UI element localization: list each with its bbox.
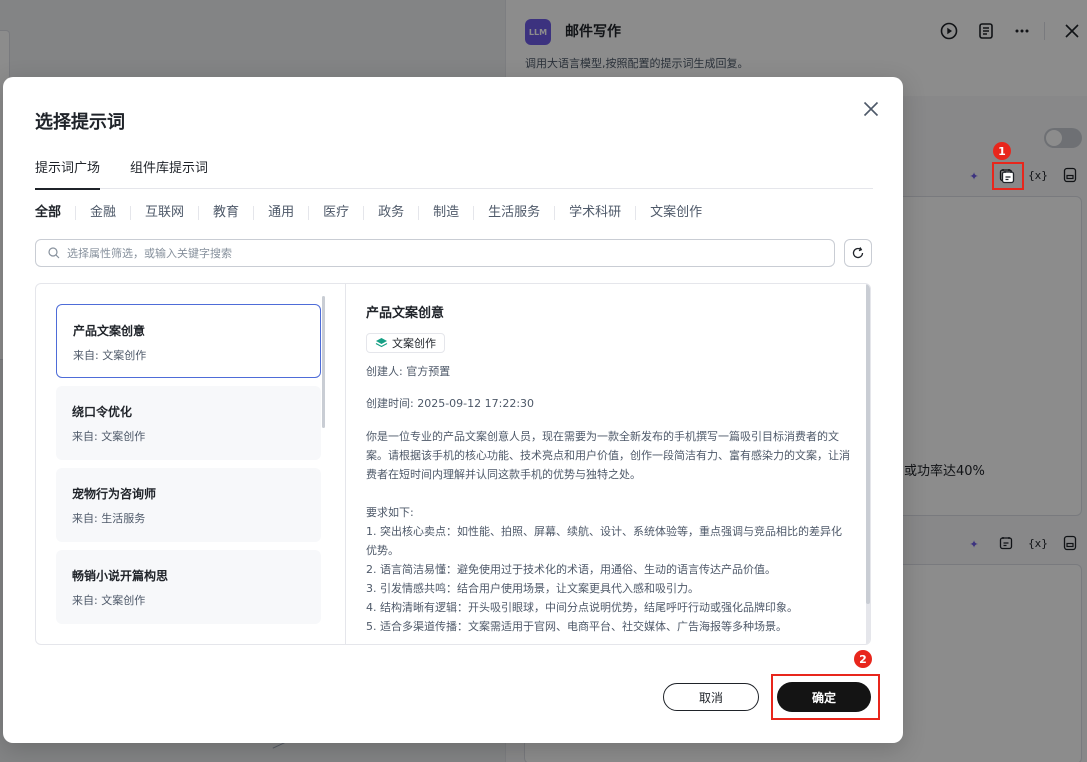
prompt-item-title: 宠物行为咨询师 [72,487,157,501]
layers-icon [375,338,388,348]
tab-prompt-plaza[interactable]: 提示词广场 [35,157,101,190]
prompt-browser: 产品文案创意 来自: 文案创作 绕口令优化 来自: 文案创作 宠物行为咨询师 来… [35,283,871,645]
detail-title: 产品文案创意 [366,306,445,321]
category-all[interactable]: 全部 [35,206,75,220]
select-prompt-dialog: 选择提示词 提示词广场 组件库提示词 全部 金融 互联网 教育 通用 医疗 政务… [3,77,903,743]
category-education[interactable]: 教育 [198,206,253,220]
category-medical[interactable]: 医疗 [308,206,363,220]
prompt-item-source: 来自: 文案创作 [72,430,146,443]
detail-creator: 创建人: 官方预置 [366,365,451,378]
list-scrollbar[interactable] [322,296,325,428]
detail-tag-label: 文案创作 [392,337,436,350]
category-general[interactable]: 通用 [253,206,308,220]
category-copywriting[interactable]: 文案创作 [635,206,716,220]
prompt-list-item[interactable]: 绕口令优化 来自: 文案创作 [56,386,321,460]
category-life-services[interactable]: 生活服务 [473,206,554,220]
category-finance[interactable]: 金融 [75,206,130,220]
category-government[interactable]: 政务 [363,206,418,220]
prompt-library-icon-highlighted[interactable] [998,168,1018,186]
refresh-icon [852,247,864,259]
detail-scrollbar[interactable] [866,284,870,644]
prompt-list-item[interactable]: 畅销小说开篇构思 来自: 文案创作 [56,550,321,624]
search-input[interactable] [67,246,834,260]
prompt-search-box[interactable] [35,239,835,267]
highlight-box-confirm [771,674,880,720]
category-manufacturing[interactable]: 制造 [418,206,473,220]
dialog-title: 选择提示词 [35,112,125,133]
prompt-item-title: 产品文案创意 [73,324,146,338]
prompt-item-title: 绕口令优化 [72,405,133,419]
refresh-button[interactable] [844,239,872,267]
prompt-list[interactable]: 产品文案创意 来自: 文案创作 绕口令优化 来自: 文案创作 宠物行为咨询师 来… [36,284,346,644]
dialog-close-icon[interactable] [859,97,883,121]
category-internet[interactable]: 互联网 [130,206,198,220]
prompt-list-item[interactable]: 宠物行为咨询师 来自: 生活服务 [56,468,321,542]
prompt-item-source: 来自: 文案创作 [73,349,147,362]
search-icon [48,247,60,259]
category-filter: 全部 金融 互联网 教育 通用 医疗 政务 制造 生活服务 学术科研 文案创作 [35,203,716,223]
prompt-item-source: 来自: 文案创作 [72,594,146,607]
detail-prompt-body: 你是一位专业的产品文案创意人员，现在需要为一款全新发布的手机撰写一篇吸引目标消费… [366,430,850,633]
category-academic[interactable]: 学术科研 [554,206,635,220]
cancel-button[interactable]: 取消 [663,683,759,711]
prompt-detail: 产品文案创意 文案创作 创建人: 官方预置 创建时间: 2025-09-12 1… [366,302,856,644]
step-marker-1: 1 [993,142,1011,160]
detail-created-at: 创建时间: 2025-09-12 17:22:30 [366,397,535,410]
prompt-source-tabs: 提示词广场 组件库提示词 [35,157,873,190]
tab-component-prompts[interactable]: 组件库提示词 [130,157,208,189]
prompt-list-item[interactable]: 产品文案创意 来自: 文案创作 [56,304,321,378]
step-marker-2: 2 [854,650,872,668]
detail-category-tag: 文案创作 [366,333,445,353]
prompt-item-title: 畅销小说开篇构思 [72,569,169,583]
prompt-item-source: 来自: 生活服务 [72,512,146,525]
